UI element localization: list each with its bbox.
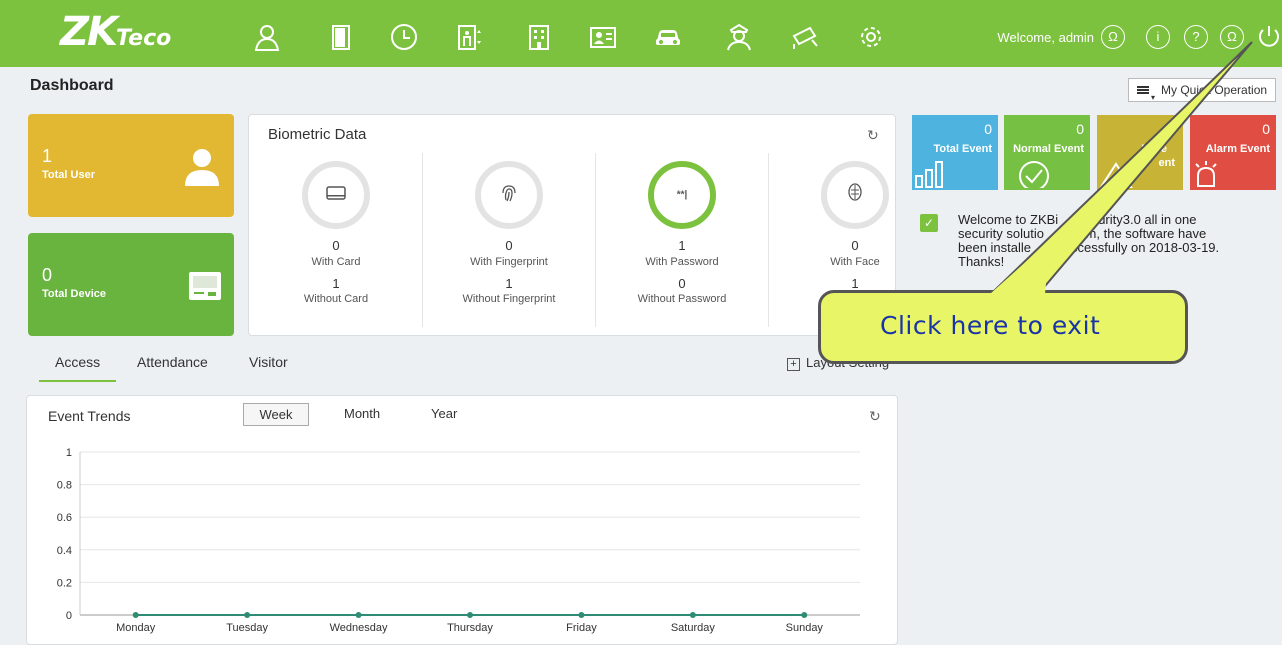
gear-icon[interactable]	[856, 22, 886, 52]
event-trends-chart: 0 0.2 0.4 0.6 0.8 1 Monday Tuesday Wednesday Thur…	[57, 447, 860, 634]
active-tab-indicator	[39, 380, 116, 382]
x-tick-label: Tuesday	[226, 622, 268, 634]
logo: ZKTeco	[60, 9, 172, 55]
exit-callout-text: Click here to exit	[880, 311, 1101, 340]
data-point[interactable]	[689, 612, 696, 618]
data-point[interactable]	[801, 612, 808, 618]
password-icon: **|	[676, 189, 688, 201]
with-password-value: 1	[678, 238, 686, 253]
card-ring	[302, 161, 370, 229]
y-tick-label: 1	[66, 447, 72, 459]
without-fingerprint-label: Without Fingerprint	[462, 293, 556, 305]
without-password-label: Without Password	[637, 293, 727, 305]
total-device-label: Total Device	[42, 288, 106, 300]
total-event-label: Total Event	[933, 143, 992, 155]
biometric-data-panel: Biometric Data ↻ 0 With Card 1 Without C…	[248, 114, 896, 336]
fingerprint-ring	[475, 161, 543, 229]
with-face-value: 0	[851, 238, 859, 253]
guard-icon[interactable]	[724, 22, 754, 52]
data-point[interactable]	[578, 612, 585, 618]
building-icon[interactable]	[524, 22, 554, 52]
total-event-tile[interactable]: 0 Total Event	[912, 115, 998, 190]
with-face-label: With Face	[830, 256, 880, 268]
x-tick-label: Friday	[566, 622, 597, 634]
without-card-label: Without Card	[303, 293, 369, 305]
with-card-value: 0	[332, 238, 340, 253]
plus-icon: +	[787, 358, 800, 371]
data-point[interactable]	[244, 612, 251, 618]
user-silhouette-icon	[185, 149, 219, 186]
period-month-button[interactable]: Month	[344, 406, 380, 421]
with-fingerprint-label: With Fingerprint	[470, 256, 548, 268]
x-tick-label: Sunday	[786, 622, 824, 634]
bar-chart-icon	[915, 161, 943, 188]
device-icon	[189, 272, 221, 300]
without-card-value: 1	[332, 276, 340, 291]
x-tick-label: Saturday	[671, 622, 716, 634]
trends-refresh-icon[interactable]: ↻	[869, 408, 881, 425]
event-trends-title: Event Trends	[48, 408, 131, 424]
bio-password-column: **| 1 With Password 0 Without Password	[596, 153, 769, 327]
y-tick-label: 0.4	[57, 545, 72, 557]
door-icon[interactable]	[326, 22, 356, 52]
elevator-icon[interactable]	[455, 22, 485, 52]
y-tick-label: 0	[66, 610, 72, 622]
period-year-button[interactable]: Year	[431, 406, 457, 421]
refresh-icon[interactable]: ↻	[867, 127, 879, 144]
with-fingerprint-value: 0	[505, 238, 513, 253]
data-point[interactable]	[132, 612, 139, 618]
total-user-card[interactable]: 1 Total User	[28, 114, 234, 217]
data-point[interactable]	[467, 612, 473, 618]
password-ring: **|	[648, 161, 716, 229]
period-week-button[interactable]: Week	[243, 403, 309, 426]
without-face-value: 1	[851, 276, 859, 291]
x-tick-label: Wednesday	[330, 622, 388, 634]
bio-fingerprint-column: 0 With Fingerprint 1 Without Fingerprint	[423, 153, 596, 327]
callout-pointer-join	[990, 240, 1050, 294]
biometric-title: Biometric Data	[268, 126, 367, 143]
camera-icon[interactable]	[790, 22, 820, 52]
face-icon	[847, 183, 863, 207]
visitor-card-icon[interactable]	[588, 22, 618, 52]
total-user-label: Total User	[42, 169, 95, 181]
total-device-value: 0	[42, 265, 53, 285]
tab-visitor[interactable]: Visitor	[249, 354, 288, 370]
tab-attendance[interactable]: Attendance	[137, 354, 208, 370]
total-user-value: 1	[42, 146, 53, 166]
card-icon	[326, 186, 346, 204]
clock-icon[interactable]	[389, 22, 419, 52]
x-tick-label: Monday	[116, 622, 156, 634]
user-icon[interactable]	[252, 22, 282, 52]
y-tick-label: 0.6	[57, 512, 72, 524]
face-ring	[821, 161, 889, 229]
without-password-value: 0	[678, 276, 686, 291]
bio-card-column: 0 With Card 1 Without Card	[250, 153, 423, 327]
total-device-card[interactable]: 0 Total Device	[28, 233, 234, 336]
car-icon[interactable]	[653, 22, 683, 52]
tab-access[interactable]: Access	[55, 354, 100, 370]
y-tick-label: 0.2	[57, 577, 72, 589]
with-card-label: With Card	[311, 256, 361, 268]
x-tick-label: Thursday	[447, 622, 493, 634]
message-check-icon: ✓	[920, 214, 938, 232]
fingerprint-icon	[500, 183, 518, 207]
data-point[interactable]	[355, 612, 362, 618]
page-title: Dashboard	[30, 77, 114, 94]
y-tick-label: 0.8	[57, 480, 72, 492]
with-password-label: With Password	[645, 256, 719, 268]
without-fingerprint-value: 1	[505, 276, 513, 291]
